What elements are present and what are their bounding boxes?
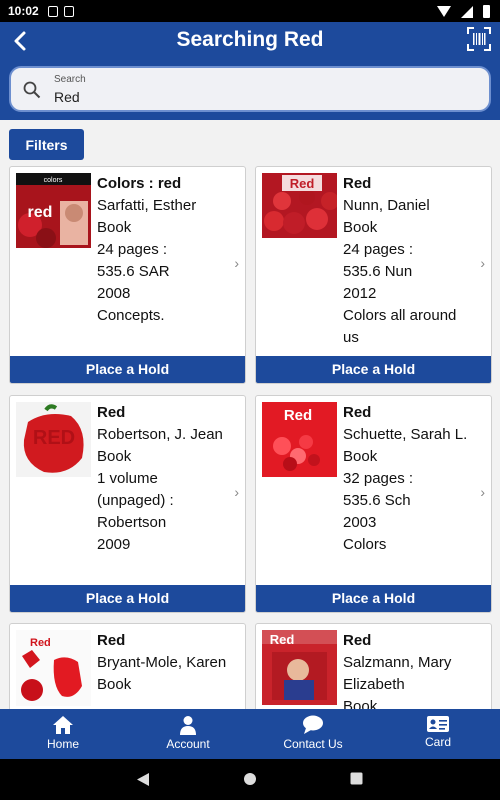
- result-series: Colors all around us: [343, 307, 457, 346]
- result-title: Red: [343, 404, 372, 421]
- result-card[interactable]: Red Red Nunn, Daniel Book 24 pages : 535…: [255, 166, 492, 384]
- result-card[interactable]: colors red Colors : red Sarfatti, Esther…: [9, 166, 246, 384]
- chevron-right-icon[interactable]: ›: [480, 484, 485, 500]
- result-info: Red Nunn, Daniel Book 24 pages : 535.6 N…: [343, 173, 473, 349]
- app-header: Searching Red Search: [0, 22, 500, 120]
- book-cover: Red: [262, 173, 337, 238]
- cover-text: Red: [284, 407, 312, 424]
- result-series: Concepts.: [97, 307, 165, 324]
- book-cover: Red: [16, 630, 91, 706]
- result-info: Red Bryant-Mole, Karen Book: [97, 630, 227, 696]
- cover-text: red: [28, 204, 53, 221]
- system-recents-icon[interactable]: [350, 772, 363, 785]
- result-pages: 32 pages :: [343, 470, 414, 487]
- system-home-icon[interactable]: [243, 772, 257, 786]
- place-hold-button[interactable]: Place a Hold: [10, 585, 245, 612]
- result-author: Nunn, Daniel: [343, 197, 430, 214]
- battery-icon: [483, 5, 490, 19]
- notification-icon: [48, 6, 58, 18]
- result-call-number: 535.6 SAR: [97, 263, 170, 280]
- result-card[interactable]: RED Red Robertson, J. Jean Book 1 volume…: [9, 395, 246, 613]
- nav-card[interactable]: Card: [388, 709, 488, 759]
- cover-text: Red: [290, 176, 315, 191]
- book-cover: Red: [262, 402, 337, 477]
- page-title: Searching Red: [176, 28, 324, 51]
- chevron-right-icon[interactable]: ›: [234, 484, 239, 500]
- place-hold-button[interactable]: Place a Hold: [256, 356, 491, 383]
- result-title: Red: [97, 632, 126, 649]
- nav-account[interactable]: Account: [138, 709, 238, 759]
- result-info: Red Schuette, Sarah L. Book 32 pages : 5…: [343, 402, 473, 556]
- chevron-right-icon[interactable]: ›: [234, 255, 239, 271]
- place-hold-button[interactable]: Place a Hold: [256, 585, 491, 612]
- result-author: Salzmann, Mary Elizabeth: [343, 654, 452, 693]
- result-info: Colors : red Sarfatti, Esther Book 24 pa…: [97, 173, 227, 327]
- nav-label: Home: [46, 737, 79, 751]
- result-format: Book: [343, 219, 378, 236]
- card-icon: [427, 716, 449, 732]
- status-time: 10:02: [8, 4, 39, 18]
- notification-icon: [64, 6, 74, 18]
- result-info: Red Robertson, J. Jean Book 1 volume (un…: [97, 402, 227, 556]
- result-title: Red: [97, 404, 126, 421]
- status-bar: 10:02: [0, 0, 500, 22]
- result-author: Sarfatti, Esther: [97, 197, 197, 214]
- result-format: Book: [97, 676, 132, 693]
- result-pages: 24 pages :: [343, 241, 414, 258]
- result-year: 2009: [97, 536, 131, 553]
- notification-icons: [48, 4, 80, 18]
- search-icon: [23, 81, 41, 99]
- wifi-icon: [437, 6, 451, 18]
- search-label: Search: [54, 74, 86, 85]
- nav-label: Account: [166, 737, 210, 751]
- result-call-number: 535.6 Sch: [343, 492, 411, 509]
- cover-text: RED: [33, 427, 75, 449]
- result-card[interactable]: Red Red Schuette, Sarah L. Book 32 pages…: [255, 395, 492, 613]
- result-title: Colors : red: [97, 175, 182, 192]
- home-icon: [53, 716, 73, 734]
- result-pages: 24 pages :: [97, 241, 168, 258]
- filters-button[interactable]: Filters: [9, 129, 84, 160]
- result-year: 2012: [343, 285, 377, 302]
- result-author: Schuette, Sarah L.: [343, 426, 468, 443]
- result-pages: 1 volume (unpaged) :: [97, 470, 174, 509]
- system-back-icon[interactable]: [136, 772, 150, 787]
- result-format: Book: [97, 219, 132, 236]
- chat-icon: [303, 715, 323, 734]
- result-call-number: 535.6 Nun: [343, 263, 413, 280]
- result-format: Book: [343, 448, 378, 465]
- book-cover: colors red: [16, 173, 91, 248]
- chevron-right-icon[interactable]: ›: [480, 255, 485, 271]
- result-info: Red Salzmann, Mary Elizabeth Book: [343, 630, 473, 718]
- result-series: Colors: [343, 536, 387, 553]
- result-year: 2003: [343, 514, 377, 531]
- nav-label: Card: [424, 735, 451, 749]
- signal-icon: [461, 5, 473, 18]
- search-box[interactable]: Search: [9, 66, 491, 112]
- result-title: Red: [343, 632, 372, 649]
- system-icons: [437, 4, 490, 19]
- result-author: Robertson, J. Jean: [97, 426, 223, 443]
- book-cover: Red: [262, 630, 337, 705]
- account-icon: [180, 716, 196, 735]
- search-input[interactable]: [54, 89, 454, 105]
- book-cover: RED: [16, 402, 91, 477]
- result-format: Book: [97, 448, 132, 465]
- result-call-number: Robertson: [97, 514, 167, 531]
- cover-text: Red: [30, 637, 51, 649]
- place-hold-button[interactable]: Place a Hold: [10, 356, 245, 383]
- nav-contact-us[interactable]: Contact Us: [263, 709, 363, 759]
- barcode-scan-icon[interactable]: [466, 26, 492, 52]
- result-author: Bryant-Mole, Karen: [97, 654, 227, 671]
- cover-text: Red: [270, 632, 295, 647]
- nav-home[interactable]: Home: [13, 709, 113, 759]
- result-title: Red: [343, 175, 372, 192]
- nav-label: Contact Us: [283, 737, 343, 751]
- cover-text: colors: [44, 177, 63, 184]
- system-navigation-bar: [0, 759, 500, 800]
- bottom-navigation: Home Account Contact Us Card: [0, 709, 500, 759]
- result-year: 2008: [97, 285, 131, 302]
